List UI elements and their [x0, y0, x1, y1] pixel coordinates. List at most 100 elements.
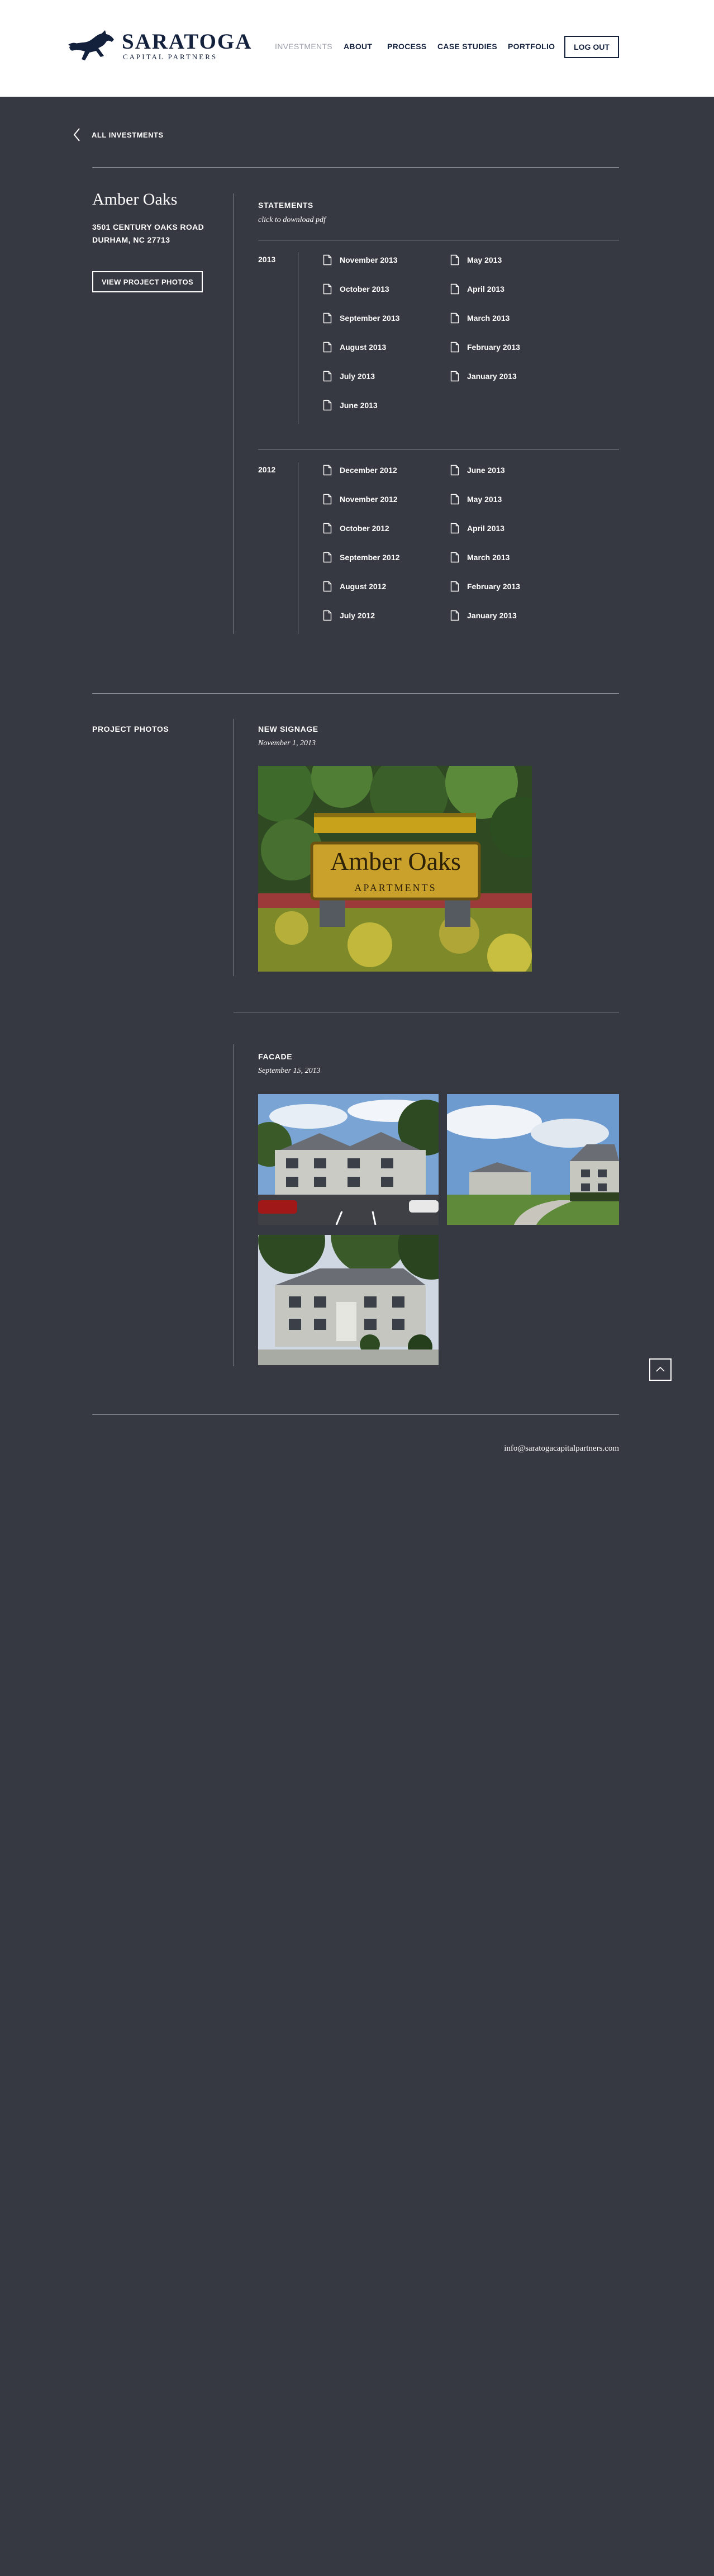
statement-label: September 2013 — [340, 314, 400, 323]
photo-facade-2[interactable] — [447, 1094, 619, 1225]
photo-amber-oaks-sign[interactable]: Amber Oaks APARTMENTS — [258, 766, 532, 972]
project-photos-heading: PROJECT PHOTOS — [92, 724, 169, 733]
statement-label: August 2012 — [340, 582, 387, 591]
document-icon — [450, 312, 459, 324]
statement-link[interactable]: April 2013 — [450, 522, 504, 535]
document-icon — [450, 523, 459, 534]
statement-link[interactable]: October 2012 — [323, 522, 389, 535]
document-icon — [323, 312, 332, 324]
album-date-new-signage: November 1, 2013 — [258, 739, 316, 747]
chevron-up-icon — [656, 1366, 665, 1372]
document-icon — [323, 581, 332, 592]
statement-link[interactable]: March 2013 — [450, 311, 510, 325]
statement-label: February 2013 — [467, 343, 520, 352]
document-icon — [323, 371, 332, 382]
statement-label: June 2013 — [467, 466, 505, 475]
statement-label: March 2013 — [467, 553, 510, 562]
document-icon — [450, 283, 459, 295]
statement-link[interactable]: September 2013 — [323, 311, 399, 325]
statements-subheading: click to download pdf — [258, 216, 326, 224]
statement-label: March 2013 — [467, 314, 510, 323]
album-date-facade: September 15, 2013 — [258, 1067, 321, 1075]
statement-link[interactable]: September 2012 — [323, 551, 399, 564]
document-icon — [323, 465, 332, 476]
statement-label: January 2013 — [467, 372, 517, 381]
document-icon — [450, 254, 459, 266]
year-label-2013: 2013 — [258, 255, 276, 264]
site-header: SARATOGA CAPITAL PARTNERS INVESTMENTS AB… — [0, 0, 714, 97]
document-icon — [323, 283, 332, 295]
statement-label: February 2013 — [467, 582, 520, 591]
nav-investments[interactable]: INVESTMENTS — [275, 42, 332, 53]
back-link[interactable]: ALL INVESTMENTS — [72, 126, 164, 143]
view-project-photos-button[interactable]: VIEW PROJECT PHOTOS — [92, 271, 203, 292]
address-line-2: DURHAM, NC 27713 — [92, 235, 170, 244]
document-icon — [450, 610, 459, 621]
year-label-2012: 2012 — [258, 465, 276, 474]
statement-link[interactable]: February 2013 — [450, 580, 520, 593]
statement-link[interactable]: January 2013 — [450, 370, 517, 383]
statement-link[interactable]: October 2013 — [323, 282, 389, 296]
statement-label: November 2013 — [340, 255, 398, 264]
nav-case-studies[interactable]: CASE STUDIES — [437, 42, 497, 53]
nav-process[interactable]: PROCESS — [387, 42, 427, 53]
statement-label: July 2012 — [340, 611, 375, 620]
statement-link[interactable]: April 2013 — [450, 282, 504, 296]
chevron-left-icon — [73, 128, 80, 141]
statement-label: July 2013 — [340, 372, 375, 381]
back-link-label: ALL INVESTMENTS — [92, 130, 164, 139]
brand-tagline: CAPITAL PARTNERS — [123, 53, 218, 61]
document-icon — [450, 494, 459, 505]
nav-portfolio[interactable]: PORTFOLIO — [508, 42, 555, 53]
statement-label: August 2013 — [340, 343, 387, 352]
statement-link[interactable]: March 2013 — [450, 551, 510, 564]
address-line-1: 3501 CENTURY OAKS ROAD — [92, 222, 204, 231]
footer-email-link[interactable]: info@saratogacapitalpartners.com — [496, 1444, 619, 1453]
document-icon — [450, 342, 459, 353]
statements-heading: STATEMENTS — [258, 201, 313, 210]
statement-link[interactable]: December 2012 — [323, 463, 397, 477]
statement-label: December 2012 — [340, 466, 397, 475]
statement-link[interactable]: November 2013 — [323, 253, 398, 267]
statement-label: June 2013 — [340, 401, 378, 410]
document-icon — [323, 254, 332, 266]
photo-facade-3[interactable] — [258, 1235, 439, 1365]
statement-label: October 2012 — [340, 524, 389, 533]
horse-logo-icon — [68, 30, 114, 60]
nav-about[interactable]: ABOUT — [344, 42, 372, 53]
album-title-new-signage: NEW SIGNAGE — [258, 724, 318, 733]
statement-link[interactable]: May 2013 — [450, 493, 502, 506]
logout-button[interactable]: LOG OUT — [564, 36, 619, 58]
statement-link[interactable]: July 2013 — [323, 370, 375, 383]
statement-link[interactable]: July 2012 — [323, 609, 375, 622]
statement-label: November 2012 — [340, 495, 398, 504]
statement-label: May 2013 — [467, 495, 502, 504]
statement-link[interactable]: August 2012 — [323, 580, 386, 593]
statement-label: October 2013 — [340, 285, 389, 293]
divider — [92, 167, 619, 168]
back-to-top-button[interactable] — [649, 1358, 672, 1381]
statement-link[interactable]: January 2013 — [450, 609, 517, 622]
statement-label: January 2013 — [467, 611, 517, 620]
document-icon — [323, 400, 332, 411]
statement-link[interactable]: November 2012 — [323, 493, 398, 506]
statement-label: April 2013 — [467, 524, 504, 533]
document-icon — [323, 523, 332, 534]
divider — [92, 693, 619, 694]
document-icon — [450, 371, 459, 382]
logo[interactable]: SARATOGA CAPITAL PARTNERS — [68, 29, 251, 63]
sign-subtext: APARTMENTS — [354, 882, 436, 893]
document-icon — [323, 552, 332, 563]
statement-label: April 2013 — [467, 285, 504, 293]
statement-link[interactable]: June 2013 — [450, 463, 505, 477]
photo-facade-1[interactable] — [258, 1094, 439, 1225]
statement-link[interactable]: June 2013 — [323, 399, 378, 412]
brand-name: SARATOGA — [122, 30, 253, 54]
statement-link[interactable]: August 2013 — [323, 340, 386, 354]
statement-link[interactable]: February 2013 — [450, 340, 520, 354]
statement-link[interactable]: May 2013 — [450, 253, 502, 267]
document-icon — [450, 552, 459, 563]
sign-text: Amber Oaks — [330, 847, 461, 875]
document-icon — [323, 610, 332, 621]
statement-label: May 2013 — [467, 255, 502, 264]
